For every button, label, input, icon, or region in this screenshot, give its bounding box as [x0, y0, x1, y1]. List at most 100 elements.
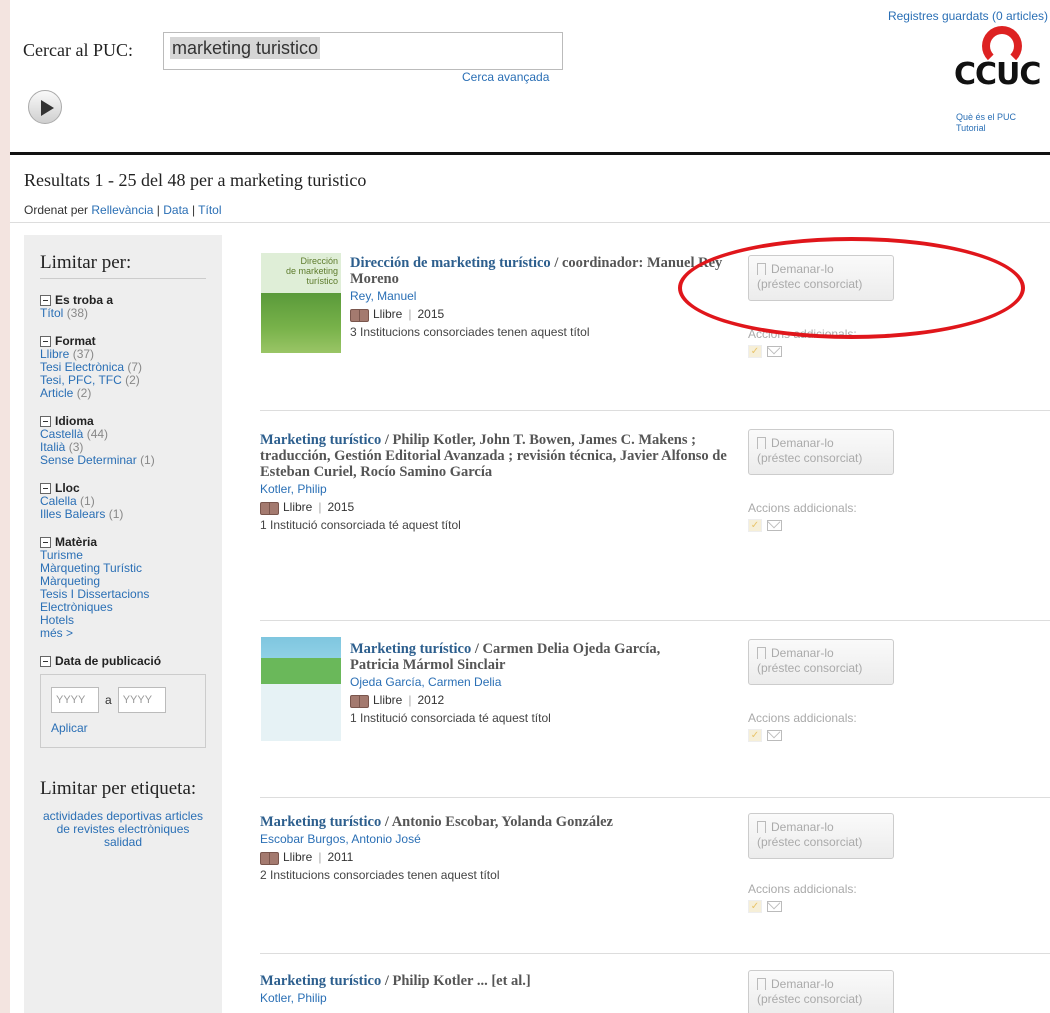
apply-date-button[interactable]: Aplicar [51, 721, 195, 735]
facet-item[interactable]: Títol (38) [40, 307, 206, 320]
result-item: Marketing turístico / Carmen Delia Ojeda… [350, 641, 750, 725]
facet-language: Idioma Castellà (44) Italià (3) Sense De… [40, 414, 206, 467]
bookmark-icon [757, 437, 766, 449]
result-title-link[interactable]: Marketing turístico [260, 973, 381, 989]
results-summary: Resultats 1 - 25 del 48 per a marketing … [24, 170, 367, 190]
date-to-input[interactable]: YYYY [117, 687, 166, 713]
sidebar: Limitar per: Es troba a Títol (38) Forma… [24, 235, 222, 1013]
facet-item[interactable]: Article (2) [40, 387, 206, 400]
result-author-link[interactable]: Kotler, Philip [260, 991, 1050, 1005]
additional-actions: ✓ [748, 345, 782, 358]
what-is-puc-link[interactable]: Què és el PUC [956, 112, 1016, 123]
result-title-link[interactable]: Marketing turístico [350, 641, 471, 657]
result-author-link[interactable]: Escobar Burgos, Antonio José [260, 832, 1050, 846]
bookmark-icon [757, 978, 766, 990]
facet-item[interactable]: Sense Determinar (1) [40, 454, 206, 467]
facet-format: Format Llibre (37) Tesi Electrònica (7) … [40, 334, 206, 400]
collapse-icon[interactable] [40, 655, 51, 667]
request-loan-button[interactable]: Demanar-lo (préstec consorciat) [748, 429, 894, 475]
result-author-link[interactable]: Kotler, Philip [260, 482, 1050, 496]
result-format: Llibre | 2011 [260, 850, 1050, 865]
facet-item[interactable]: Tesis I Dissertacions Electròniques [40, 588, 206, 614]
collapse-icon[interactable] [40, 335, 51, 347]
facet-location: Es troba a Títol (38) [40, 293, 206, 320]
facet-heading: Format [55, 334, 96, 348]
logo-text: CCUC [954, 57, 1041, 92]
collapse-icon[interactable] [40, 536, 51, 548]
mail-icon[interactable] [767, 901, 782, 912]
saved-records-link[interactable]: Registres guardats (0 articles) [888, 9, 1048, 23]
facet-pubdate: Data de publicació YYYY a YYYY Aplicar [40, 654, 206, 748]
collapse-icon[interactable] [40, 294, 51, 306]
bookmark-icon [757, 821, 766, 833]
date-from-input[interactable]: YYYY [51, 687, 99, 713]
search-label: Cercar al PUC: [23, 40, 133, 60]
sort-title[interactable]: Títol [198, 203, 221, 217]
result-format: Llibre | 2015 [350, 307, 750, 322]
additional-actions-label: Accions addicionals: [748, 711, 857, 725]
logo-links: Què és el PUC Tutorial [956, 112, 1016, 134]
facet-item[interactable]: Illes Balears (1) [40, 508, 206, 521]
additional-actions-label: Accions addicionals: [748, 882, 857, 896]
search-input[interactable]: marketing turistico [163, 32, 563, 70]
sort-date[interactable]: Data [163, 203, 188, 217]
result-item: Marketing turístico / Philip Kotler ... … [260, 973, 1050, 1005]
mail-icon[interactable] [767, 730, 782, 741]
facet-heading: Idioma [55, 414, 94, 428]
collapse-icon[interactable] [40, 415, 51, 427]
header-divider [10, 152, 1050, 155]
check-icon[interactable]: ✓ [748, 519, 762, 532]
check-icon[interactable]: ✓ [748, 729, 762, 742]
bookmark-icon [757, 647, 766, 659]
collapse-icon[interactable] [40, 482, 51, 494]
result-responsibility: / Philip Kotler ... [et al.] [384, 973, 531, 989]
result-institutions-link[interactable]: 3 Institucions consorciades tenen aquest… [350, 325, 750, 339]
result-format: Llibre | 2015 [260, 500, 1050, 515]
additional-actions-label: Accions addicionals: [748, 501, 857, 515]
facet-subject: Matèria Turisme Màrqueting Turístic Màrq… [40, 535, 206, 640]
sort-bar: Ordenat per Rellevància | Data | Títol [24, 203, 222, 217]
book-icon [350, 694, 369, 708]
book-cover-image[interactable] [261, 637, 341, 741]
result-format: Llibre | 2012 [350, 693, 750, 708]
request-loan-button[interactable]: Demanar-lo (préstec consorciat) [748, 639, 894, 685]
advanced-search-link[interactable]: Cerca avançada [462, 70, 549, 84]
request-loan-button[interactable]: Demanar-lo (préstec consorciat) [748, 813, 894, 859]
search-input-value: marketing turistico [170, 37, 321, 59]
page: Registres guardats (0 articles) Cercar a… [10, 0, 1050, 1013]
tag-cloud[interactable]: actividades deportivas articles de revis… [40, 810, 206, 849]
result-divider [260, 410, 1050, 411]
result-author-link[interactable]: Ojeda García, Carmen Delia [350, 675, 750, 689]
result-institutions-link[interactable]: 1 Institució consorciada té aquest títol [260, 518, 1050, 532]
book-icon [350, 308, 369, 322]
mail-icon[interactable] [767, 520, 782, 531]
tags-title: Limitar per etiqueta: [40, 778, 197, 799]
book-icon [260, 501, 279, 515]
sort-divider [10, 222, 1050, 223]
result-divider [260, 620, 1050, 621]
ccuc-logo[interactable]: CCUC [954, 26, 1050, 96]
additional-actions: ✓ [748, 519, 782, 532]
request-loan-button[interactable]: Demanar-lo (préstec consorciat) [748, 970, 894, 1013]
result-title-link[interactable]: Dirección de marketing turístico [350, 255, 551, 271]
result-institutions-link[interactable]: 1 Institució consorciada té aquest títol [350, 711, 750, 725]
result-item: Marketing turístico / Philip Kotler, Joh… [260, 432, 1050, 532]
sort-relevance[interactable]: Rellevància [91, 203, 153, 217]
result-institutions-link[interactable]: 2 Institucions consorciades tenen aquest… [260, 868, 1050, 882]
result-responsibility: / Antonio Escobar, Yolanda González [384, 814, 613, 830]
check-icon[interactable]: ✓ [748, 345, 762, 358]
result-divider [260, 953, 1050, 954]
sort-label: Ordenat per [24, 203, 89, 217]
result-title-link[interactable]: Marketing turístico [260, 432, 381, 448]
more-subjects-link[interactable]: més > [40, 627, 206, 640]
tutorial-link[interactable]: Tutorial [956, 123, 1016, 134]
result-title-link[interactable]: Marketing turístico [260, 814, 381, 830]
annotation-ellipse [678, 237, 1025, 339]
search-go-button[interactable] [28, 90, 62, 124]
limit-title: Limitar per: [40, 252, 206, 279]
result-divider [260, 797, 1050, 798]
book-cover-image[interactable]: Dirección de marketing turístico [261, 253, 341, 353]
mail-icon[interactable] [767, 346, 782, 357]
facet-place: Lloc Calella (1) Illes Balears (1) [40, 481, 206, 521]
check-icon[interactable]: ✓ [748, 900, 762, 913]
